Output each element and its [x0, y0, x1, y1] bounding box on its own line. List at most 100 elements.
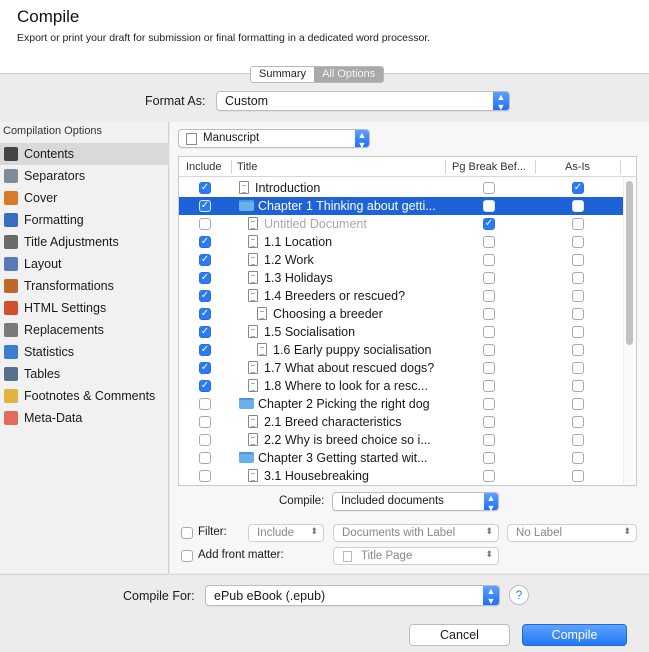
- compile-for-select[interactable]: ePub eBook (.epub) ▲ ▼: [205, 585, 500, 606]
- as-is-checkbox[interactable]: [572, 218, 584, 230]
- sidebar-item-footnotes-comments[interactable]: Footnotes & Comments: [0, 385, 169, 407]
- page-break-checkbox[interactable]: [483, 326, 495, 338]
- table-row[interactable]: ✓ Introduction ✓: [179, 179, 623, 197]
- include-checkbox[interactable]: ✓: [199, 344, 211, 356]
- sidebar-item-replacements[interactable]: Replacements: [0, 319, 169, 341]
- page-break-checkbox[interactable]: [483, 308, 495, 320]
- include-checkbox[interactable]: ✓: [199, 236, 211, 248]
- include-checkbox[interactable]: ✓: [199, 254, 211, 266]
- as-is-checkbox[interactable]: [572, 416, 584, 428]
- as-is-checkbox[interactable]: [572, 308, 584, 320]
- table-row[interactable]: ✓ 1.6 Early puppy socialisation: [179, 341, 623, 359]
- as-is-checkbox[interactable]: [572, 470, 584, 482]
- sidebar-item-statistics[interactable]: Statistics: [0, 341, 169, 363]
- sidebar-item-meta-data[interactable]: Meta-Data: [0, 407, 169, 429]
- as-is-checkbox[interactable]: [572, 452, 584, 464]
- include-checkbox[interactable]: ✓: [199, 326, 211, 338]
- as-is-checkbox[interactable]: [572, 254, 584, 266]
- page-break-checkbox[interactable]: [483, 362, 495, 374]
- table-row[interactable]: Chapter 2 Picking the right dog: [179, 395, 623, 413]
- sidebar-item-cover[interactable]: Cover: [0, 187, 169, 209]
- table-row[interactable]: 2.1 Breed characteristics: [179, 413, 623, 431]
- as-is-checkbox[interactable]: [572, 344, 584, 356]
- front-matter-select[interactable]: Title Page ⬍: [333, 547, 499, 565]
- include-checkbox[interactable]: ✓: [199, 362, 211, 374]
- tab-summary[interactable]: Summary: [251, 67, 315, 82]
- sidebar-item-html-settings[interactable]: HTML Settings: [0, 297, 169, 319]
- sidebar-item-title-adjustments[interactable]: Title Adjustments: [0, 231, 169, 253]
- sidebar-item-tables[interactable]: Tables: [0, 363, 169, 385]
- page-break-checkbox[interactable]: [483, 200, 495, 212]
- front-matter-checkbox[interactable]: [181, 550, 193, 562]
- cancel-button[interactable]: Cancel: [409, 624, 510, 646]
- include-checkbox[interactable]: [199, 470, 211, 482]
- filter-docs-select[interactable]: Documents with Label ⬍: [333, 524, 499, 542]
- compile-scope-select[interactable]: Included documents ▲ ▼: [332, 492, 499, 513]
- include-checkbox[interactable]: [199, 416, 211, 428]
- sidebar-item-transformations[interactable]: Transformations: [0, 275, 169, 297]
- table-row[interactable]: ✓ Choosing a breeder: [179, 305, 623, 323]
- table-row[interactable]: ✓ 1.1 Location: [179, 233, 623, 251]
- include-checkbox[interactable]: ✓: [199, 182, 211, 194]
- column-include[interactable]: Include: [186, 161, 221, 173]
- table-row[interactable]: ✓ 1.2 Work: [179, 251, 623, 269]
- column-pg-break[interactable]: Pg Break Bef...: [452, 161, 526, 173]
- table-row[interactable]: 2.2 Why is breed choice so i...: [179, 431, 623, 449]
- page-break-checkbox[interactable]: [483, 182, 495, 194]
- table-row[interactable]: Chapter 3 Getting started wit...: [179, 449, 623, 467]
- table-row[interactable]: ✓ 1.3 Holidays: [179, 269, 623, 287]
- filter-checkbox[interactable]: [181, 527, 193, 539]
- page-break-checkbox[interactable]: [483, 398, 495, 410]
- page-break-checkbox[interactable]: [483, 290, 495, 302]
- table-row[interactable]: 3.1 Housebreaking: [179, 467, 623, 485]
- include-checkbox[interactable]: [199, 452, 211, 464]
- as-is-checkbox[interactable]: [572, 398, 584, 410]
- sidebar-item-layout[interactable]: Layout: [0, 253, 169, 275]
- table-row[interactable]: ✓ 1.5 Socialisation: [179, 323, 623, 341]
- table-row[interactable]: ✓ 1.8 Where to look for a resc...: [179, 377, 623, 395]
- as-is-checkbox[interactable]: [572, 380, 584, 392]
- compile-button[interactable]: Compile: [522, 624, 627, 646]
- include-checkbox[interactable]: [199, 434, 211, 446]
- as-is-checkbox[interactable]: [572, 272, 584, 284]
- page-break-checkbox[interactable]: [483, 452, 495, 464]
- sidebar-item-contents[interactable]: Contents: [0, 143, 169, 165]
- as-is-checkbox[interactable]: [572, 236, 584, 248]
- table-row[interactable]: ✓ 1.7 What about rescued dogs?: [179, 359, 623, 377]
- as-is-checkbox[interactable]: [572, 326, 584, 338]
- as-is-checkbox[interactable]: [572, 290, 584, 302]
- column-as-is[interactable]: As-Is: [565, 161, 590, 173]
- filter-label-select[interactable]: No Label ⬍: [507, 524, 637, 542]
- sidebar-item-separators[interactable]: Separators: [0, 165, 169, 187]
- as-is-checkbox[interactable]: [572, 200, 584, 212]
- table-row[interactable]: Untitled Document ✓: [179, 215, 623, 233]
- include-checkbox[interactable]: ✓: [199, 200, 211, 212]
- include-checkbox[interactable]: [199, 218, 211, 230]
- page-break-checkbox[interactable]: [483, 434, 495, 446]
- include-checkbox[interactable]: ✓: [199, 380, 211, 392]
- include-checkbox[interactable]: ✓: [199, 308, 211, 320]
- manuscript-select[interactable]: Manuscript ▲ ▼: [178, 129, 370, 150]
- page-break-checkbox[interactable]: [483, 380, 495, 392]
- page-break-checkbox[interactable]: [483, 254, 495, 266]
- column-title[interactable]: Title: [237, 161, 257, 173]
- include-checkbox[interactable]: ✓: [199, 272, 211, 284]
- as-is-checkbox[interactable]: ✓: [572, 182, 584, 194]
- tab-all-options[interactable]: All Options: [314, 67, 384, 82]
- include-checkbox[interactable]: [199, 398, 211, 410]
- help-button[interactable]: ?: [509, 585, 529, 605]
- scrollbar-thumb[interactable]: [626, 181, 633, 345]
- sidebar-item-formatting[interactable]: Formatting: [0, 209, 169, 231]
- format-as-select[interactable]: Custom ▲ ▼: [216, 91, 510, 112]
- as-is-checkbox[interactable]: [572, 434, 584, 446]
- table-row[interactable]: ✓ 1.4 Breeders or rescued?: [179, 287, 623, 305]
- page-break-checkbox[interactable]: [483, 272, 495, 284]
- page-break-checkbox[interactable]: [483, 470, 495, 482]
- page-break-checkbox[interactable]: [483, 344, 495, 356]
- page-break-checkbox[interactable]: [483, 236, 495, 248]
- page-break-checkbox[interactable]: [483, 416, 495, 428]
- page-break-checkbox[interactable]: ✓: [483, 218, 495, 230]
- include-checkbox[interactable]: ✓: [199, 290, 211, 302]
- table-row[interactable]: ✓ Chapter 1 Thinking about getti...: [179, 197, 623, 215]
- filter-include-select[interactable]: Include ⬍: [248, 524, 324, 542]
